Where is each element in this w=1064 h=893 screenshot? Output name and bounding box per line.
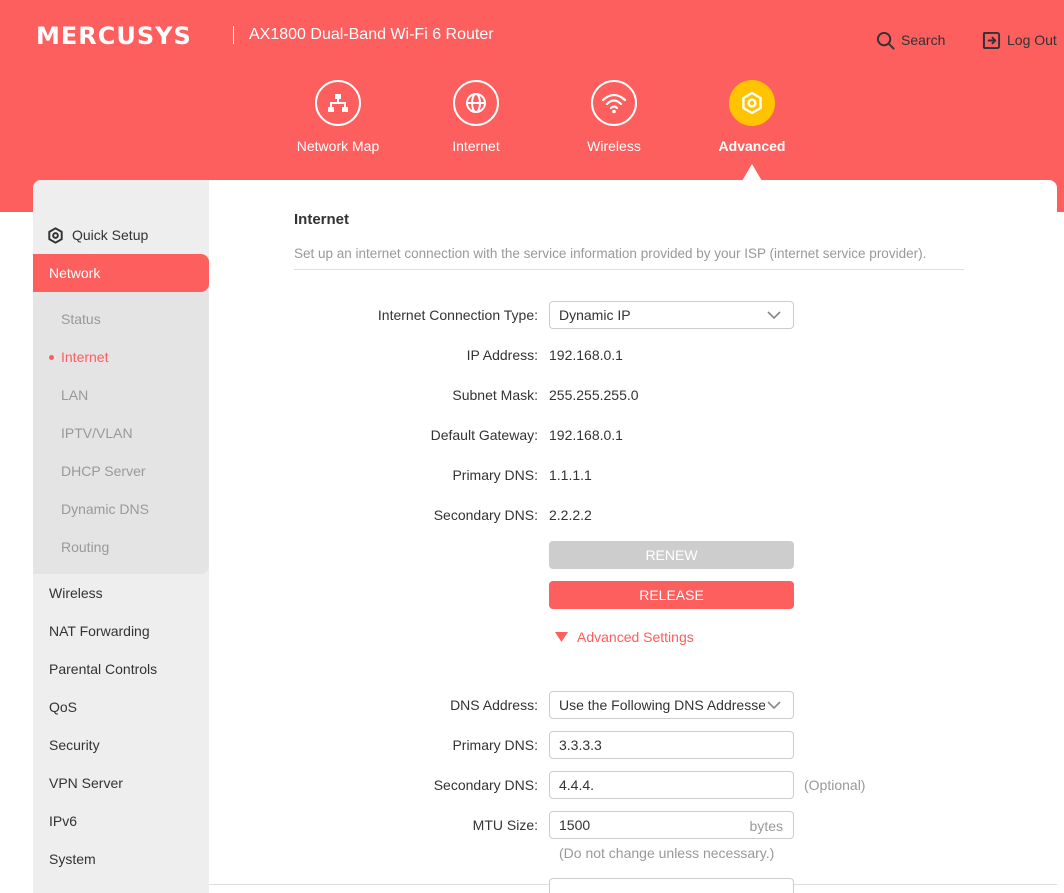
triangle-down-icon: [555, 632, 568, 642]
page-description: Set up an internet connection with the s…: [294, 246, 927, 261]
default-gateway-label: Default Gateway:: [430, 427, 538, 443]
connection-type-label: Internet Connection Type:: [377, 307, 538, 323]
advanced-settings-label: Advanced Settings: [577, 629, 694, 645]
mtu-size-input[interactable]: 1500 bytes: [549, 811, 794, 839]
advanced-settings-toggle[interactable]: Advanced Settings: [555, 629, 694, 645]
connection-type-select[interactable]: Dynamic IP: [549, 301, 794, 329]
mtu-note: (Do not change unless necessary.): [559, 845, 775, 861]
subnet-mask-label: Subnet Mask:: [452, 387, 538, 403]
dns-address-label: DNS Address:: [450, 697, 538, 713]
secondary-dns-info-value: 2.2.2.2: [549, 507, 592, 523]
page-title: Internet: [294, 211, 350, 228]
connection-type-value: Dynamic IP: [559, 307, 631, 323]
dns-address-select[interactable]: Use the Following DNS Addresses: [549, 691, 794, 719]
title-divider: [294, 269, 964, 270]
renew-button[interactable]: RENEW: [549, 541, 794, 569]
primary-dns-info-label: Primary DNS:: [452, 467, 538, 483]
primary-dns-input[interactable]: 3.3.3.3: [549, 731, 794, 759]
default-gateway-value: 192.168.0.1: [549, 427, 623, 443]
secondary-dns-label: Secondary DNS:: [433, 777, 538, 793]
release-button[interactable]: RELEASE: [549, 581, 794, 609]
mtu-size-label: MTU Size:: [472, 817, 538, 833]
mtu-size-input-value: 1500: [559, 817, 591, 833]
primary-dns-input-value: 3.3.3.3: [559, 737, 602, 753]
ip-address-value: 192.168.0.1: [549, 347, 623, 363]
ip-address-label: IP Address:: [466, 347, 538, 363]
mtu-unit: bytes: [749, 818, 783, 834]
chevron-down-icon: [767, 311, 781, 320]
secondary-dns-input-value: 4.4.4.: [559, 777, 595, 793]
dns-address-value: Use the Following DNS Addresses: [559, 697, 765, 713]
subnet-mask-value: 255.255.255.0: [549, 387, 639, 403]
secondary-dns-input[interactable]: 4.4.4.: [549, 771, 794, 799]
next-field-input[interactable]: [549, 878, 794, 893]
optional-note: (Optional): [804, 777, 866, 793]
secondary-dns-info-label: Secondary DNS:: [433, 507, 538, 523]
internet-settings-panel: Internet Set up an internet connection w…: [0, 0, 1064, 893]
primary-dns-label: Primary DNS:: [452, 737, 538, 753]
primary-dns-info-value: 1.1.1.1: [549, 467, 592, 483]
chevron-down-icon: [767, 701, 781, 710]
